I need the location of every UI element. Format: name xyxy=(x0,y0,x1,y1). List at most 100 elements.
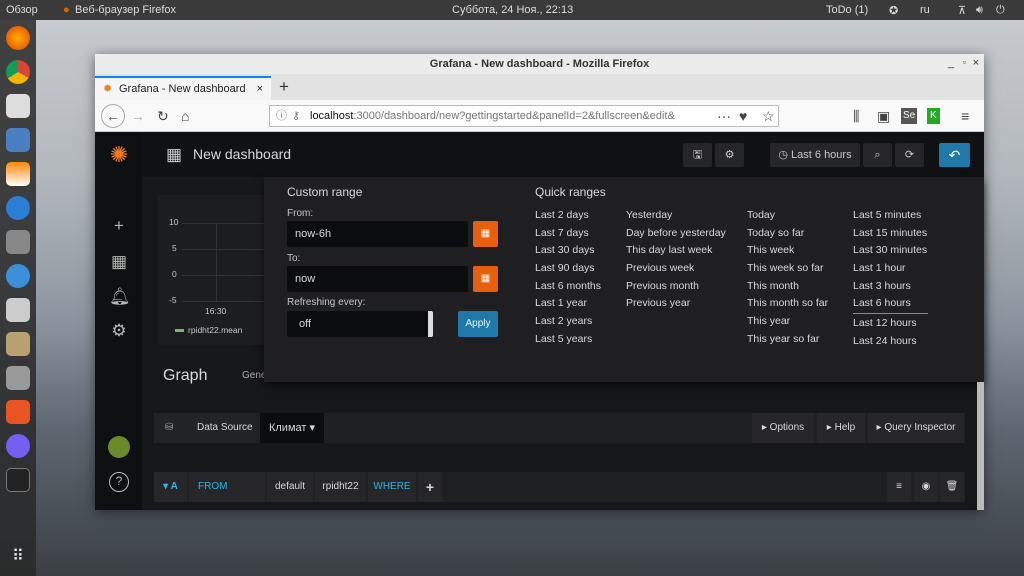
create-icon[interactable]: + xyxy=(109,216,129,236)
configuration-gear-icon[interactable]: ⚙ xyxy=(109,321,129,341)
activities-button[interactable]: Обзор xyxy=(6,4,38,16)
quick-range-item[interactable]: This year xyxy=(747,315,828,333)
retention-policy-segment[interactable]: default xyxy=(267,472,313,502)
library-icon[interactable]: ⫼ xyxy=(853,108,859,124)
network-icon[interactable]: ⊼ xyxy=(958,4,966,17)
quick-range-item[interactable]: Previous week xyxy=(626,262,726,280)
quick-range-item[interactable]: Last 3 hours xyxy=(853,280,928,298)
help-icon[interactable]: ? xyxy=(109,472,129,492)
quick-range-item[interactable]: Last 2 days xyxy=(535,209,601,227)
tab-general[interactable]: General xyxy=(242,370,264,381)
forward-icon[interactable]: → xyxy=(131,108,145,124)
quick-range-item[interactable]: Previous year xyxy=(626,297,726,315)
quick-range-item[interactable]: Last 30 minutes xyxy=(853,244,928,262)
scrollbar[interactable] xyxy=(977,382,984,510)
dashboard-settings-button[interactable]: ⚙ xyxy=(715,143,744,167)
pocket-icon[interactable]: ♥ xyxy=(739,108,747,124)
power-icon[interactable]: ⏻ xyxy=(996,4,1005,17)
save-dashboard-button[interactable]: 🖫 xyxy=(683,143,712,167)
sidebar-icon[interactable]: ▣ xyxy=(877,108,890,124)
quick-range-item[interactable]: Last 15 minutes xyxy=(853,227,928,245)
clock[interactable]: Суббота, 24 Ноя., 22:13 xyxy=(452,4,573,16)
quick-range-item[interactable]: This month xyxy=(747,280,828,298)
vlc-icon[interactable] xyxy=(6,162,30,186)
todo-indicator[interactable]: ToDo (1) xyxy=(826,4,868,16)
quick-range-item[interactable]: Last 5 minutes xyxy=(853,209,928,227)
quick-range-item[interactable]: Last 1 hour xyxy=(853,262,928,280)
home-icon[interactable]: ⌂ xyxy=(181,108,189,124)
zoom-out-button[interactable]: ⌕ xyxy=(863,143,892,167)
refresh-select[interactable]: off xyxy=(287,311,433,337)
datasource-select[interactable]: Климат ▾ xyxy=(260,413,324,443)
maximize-icon[interactable]: ▫ xyxy=(963,57,966,67)
quick-range-item[interactable]: Today so far xyxy=(747,227,828,245)
back-icon[interactable]: ← xyxy=(101,104,125,128)
minimize-icon[interactable]: _ xyxy=(948,57,954,69)
terminal-icon[interactable] xyxy=(6,468,30,492)
quick-range-item[interactable]: Day before yesterday xyxy=(626,227,726,245)
files-icon[interactable] xyxy=(6,128,30,152)
browser-tab[interactable]: ✹ Grafana - New dashboard × xyxy=(95,76,271,102)
help-toggle[interactable]: ▸ Help xyxy=(817,413,865,443)
tools-icon[interactable] xyxy=(6,230,30,254)
quick-range-item[interactable]: This year so far xyxy=(747,333,828,351)
apply-button[interactable]: Apply xyxy=(458,311,498,337)
dashboard-title[interactable]: New dashboard xyxy=(193,146,291,162)
quick-range-item[interactable]: Last 12 hours xyxy=(853,317,928,335)
back-to-dashboard-button[interactable]: ↶ xyxy=(939,143,970,167)
bookmark-star-icon[interactable]: ☆ xyxy=(762,108,775,124)
measurement-segment[interactable]: rpidht22 xyxy=(315,472,366,502)
query-inspector-toggle[interactable]: ▸ Query Inspector xyxy=(868,413,964,443)
quick-range-item[interactable]: Last 2 years xyxy=(535,315,601,333)
quick-range-item-selected[interactable]: Last 6 hours xyxy=(853,297,928,315)
dashboards-icon[interactable]: ▦ xyxy=(109,252,129,272)
firefox-launcher-icon[interactable] xyxy=(6,26,30,50)
time-picker-button[interactable]: ◷ Last 6 hours xyxy=(770,143,860,167)
quick-range-item[interactable]: Previous month xyxy=(626,280,726,298)
quick-range-item[interactable]: This week so far xyxy=(747,262,828,280)
legend-item[interactable]: rpidht22.mean xyxy=(188,325,242,335)
add-condition-button[interactable]: + xyxy=(418,472,442,502)
quick-range-item[interactable]: Last 7 days xyxy=(535,227,601,245)
apps-grid-icon[interactable]: ⠿ xyxy=(6,546,30,570)
close-tab-icon[interactable]: × xyxy=(257,78,263,100)
from-input[interactable]: now-6h xyxy=(287,221,468,247)
quick-range-item[interactable]: Last 90 days xyxy=(535,262,601,280)
accessibility-icon[interactable]: ✪ xyxy=(889,4,898,17)
close-window-icon[interactable]: × xyxy=(973,57,979,69)
to-calendar-icon[interactable]: ▦ xyxy=(473,266,498,292)
delete-query-trash-icon[interactable]: 🗑︎ xyxy=(940,472,964,502)
quick-range-item[interactable]: Yesterday xyxy=(626,209,726,227)
quick-range-item[interactable]: Last 30 days xyxy=(535,244,601,262)
quick-range-item[interactable]: This month so far xyxy=(747,297,828,315)
query-menu-icon[interactable]: ≡ xyxy=(887,472,911,502)
reload-icon[interactable]: ↻ xyxy=(157,108,169,124)
thunderbird-icon[interactable] xyxy=(6,264,30,288)
quick-range-item[interactable]: This week xyxy=(747,244,828,262)
language-indicator[interactable]: ru xyxy=(920,4,930,16)
refresh-button[interactable]: ⟳ xyxy=(895,143,924,167)
viber-icon[interactable] xyxy=(6,434,30,458)
grafana-logo-icon[interactable]: ✺ xyxy=(109,142,129,168)
menu-icon[interactable]: ≡ xyxy=(961,108,969,124)
network-drive-icon[interactable] xyxy=(6,332,30,356)
app-menu[interactable]: Веб-браузер Firefox xyxy=(75,4,176,16)
query-ref-toggle[interactable]: ▾ A xyxy=(154,472,187,502)
quick-range-item[interactable]: Last 6 months xyxy=(535,280,601,298)
rhythmbox-icon[interactable] xyxy=(6,94,30,118)
quick-range-item[interactable]: This day last week xyxy=(626,244,726,262)
quick-range-item[interactable]: Last 24 hours xyxy=(853,335,928,353)
calculator-icon[interactable] xyxy=(6,298,30,322)
installer-icon[interactable] xyxy=(6,366,30,390)
volume-icon[interactable]: 🔊︎ xyxy=(976,4,983,17)
user-avatar[interactable] xyxy=(108,436,130,458)
software-center-icon[interactable] xyxy=(6,400,30,424)
quick-range-item[interactable]: Last 1 year xyxy=(535,297,601,315)
chrome-launcher-icon[interactable] xyxy=(6,60,30,84)
quick-range-item[interactable]: Last 5 years xyxy=(535,333,601,351)
from-calendar-icon[interactable]: ▦ xyxy=(473,221,498,247)
page-actions-icon[interactable]: ··· xyxy=(717,108,731,124)
extension-k-icon[interactable]: K xyxy=(927,108,940,124)
alerting-bell-icon[interactable]: 🔔︎ xyxy=(109,287,131,307)
url-bar[interactable]: ⓘ ⚷ localhost:3000/dashboard/new?getting… xyxy=(269,105,779,127)
